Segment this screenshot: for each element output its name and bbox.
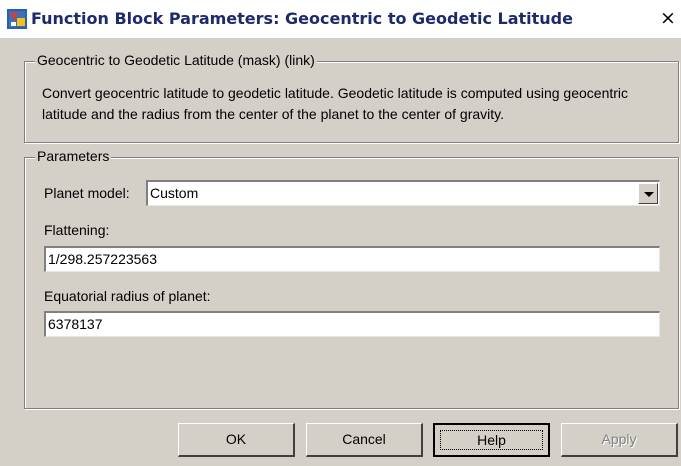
title-bar[interactable]: Function Block Parameters: Geocentric to… [0, 0, 681, 38]
help-button[interactable]: Help [433, 423, 550, 457]
planet-model-dropdown[interactable]: Custom [146, 180, 660, 206]
description-legend: Geocentric to Geodetic Latitude (mask) (… [35, 52, 317, 68]
cancel-button[interactable]: Cancel [306, 423, 423, 457]
planet-model-label: Planet model: [44, 185, 130, 201]
equatorial-radius-label: Equatorial radius of planet: [44, 288, 211, 304]
flattening-label: Flattening: [44, 222, 110, 238]
chevron-down-icon[interactable] [638, 183, 658, 204]
help-label: Help [477, 432, 506, 448]
parameters-legend: Parameters [35, 148, 112, 164]
simulink-block-icon [7, 9, 27, 29]
window-title: Function Block Parameters: Geocentric to… [31, 9, 573, 28]
equatorial-radius-input[interactable]: 6378137 [44, 311, 660, 337]
apply-button[interactable]: Apply [561, 423, 678, 457]
block-description: Convert geocentric latitude to geodetic … [42, 85, 629, 122]
close-icon[interactable]: × [657, 7, 679, 29]
planet-model-value: Custom [150, 185, 199, 201]
dialog-window: Function Block Parameters: Geocentric to… [0, 0, 681, 466]
flattening-input[interactable]: 1/298.257223563 [44, 246, 660, 272]
ok-button[interactable]: OK [178, 423, 295, 457]
